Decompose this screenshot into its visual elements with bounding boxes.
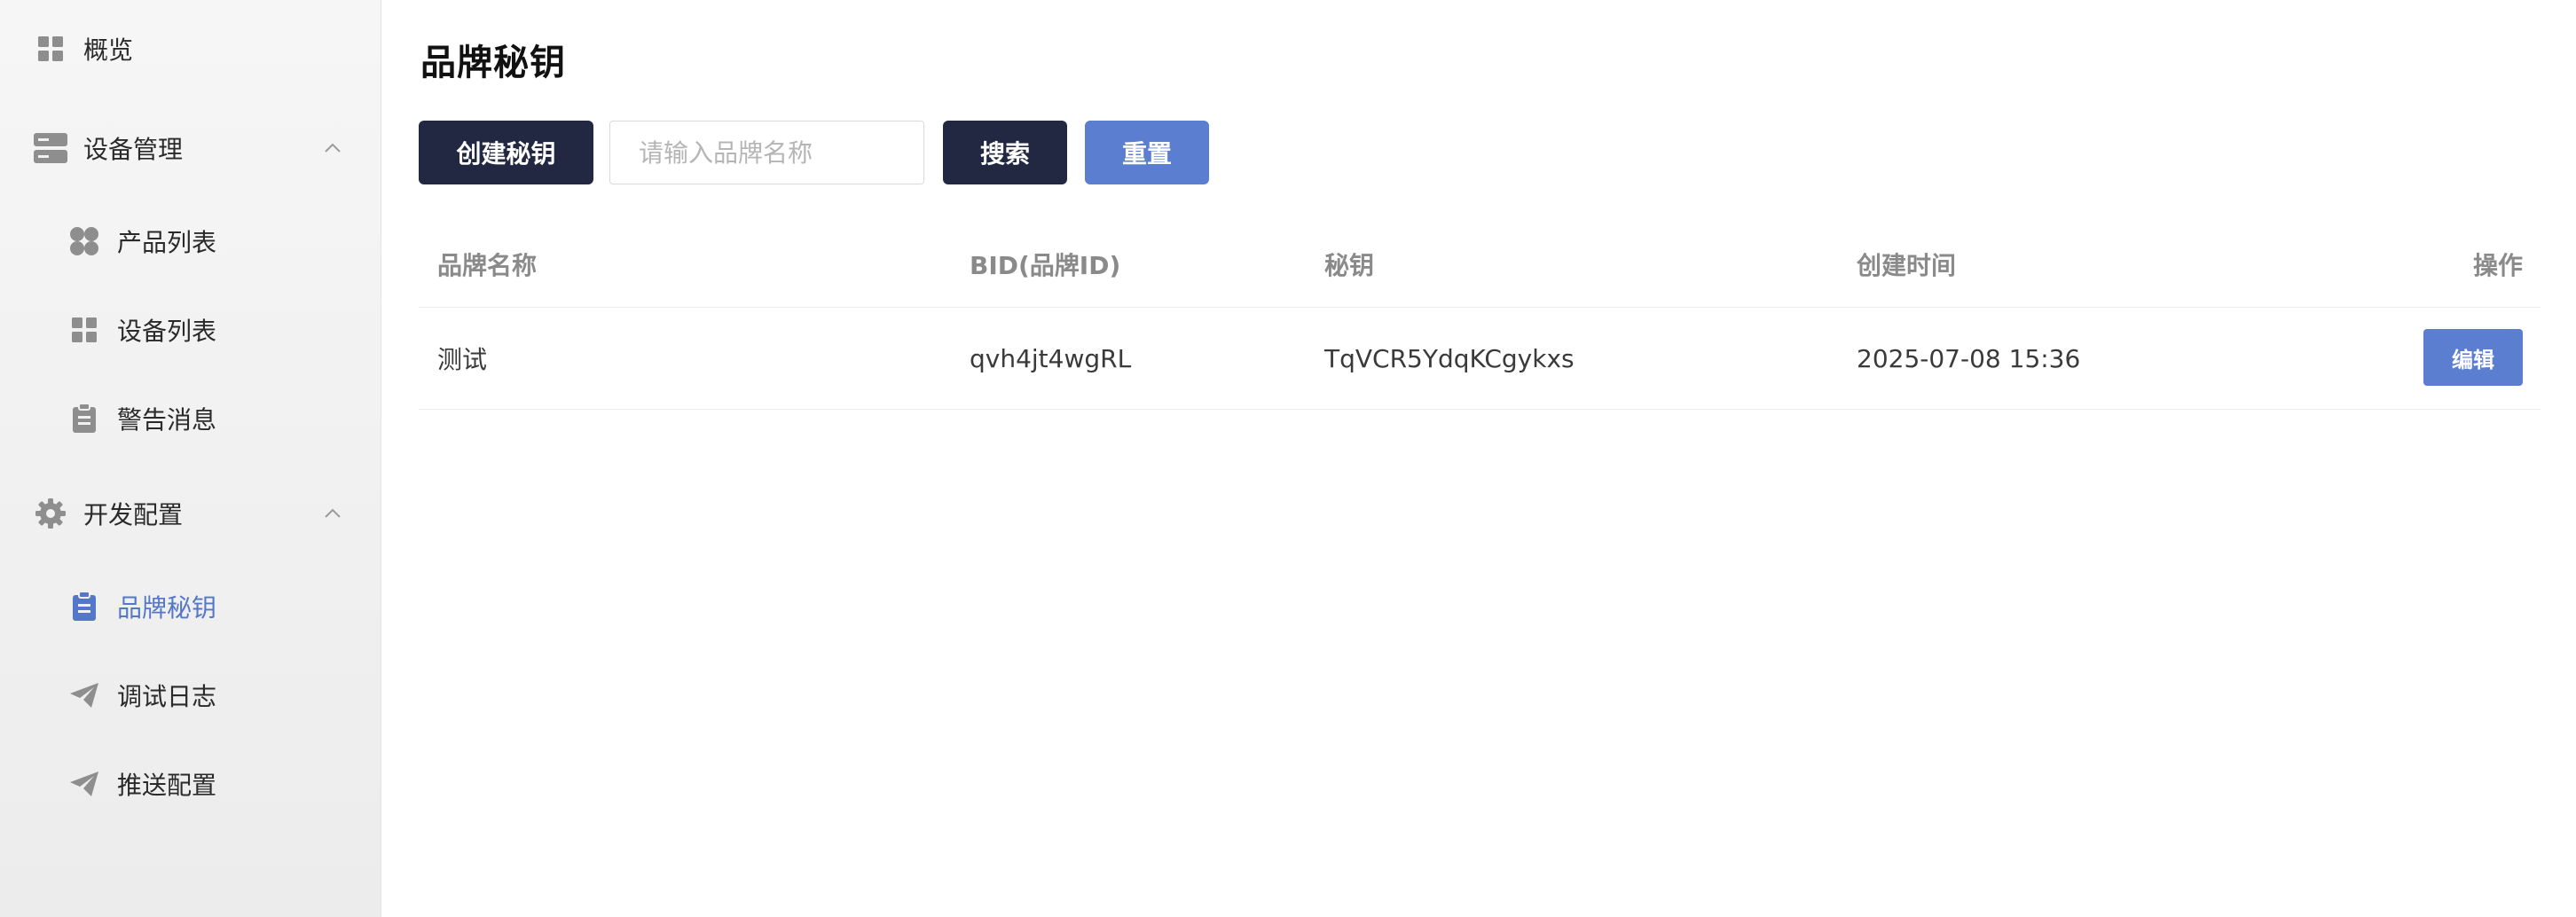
table-header: 品牌名称 BID(品牌ID) 秘钥 创建时间 操作: [419, 222, 2541, 308]
page-title: 品牌秘钥: [420, 43, 566, 83]
grid-icon: [67, 313, 101, 347]
cell-brand-name: 测试: [437, 345, 488, 374]
sidebar-item-product-list[interactable]: 产品列表: [0, 206, 381, 277]
clipboard-icon: [67, 590, 101, 623]
clover-icon: [67, 224, 101, 258]
table-row: 测试 qvh4jt4wgRL TqVCR5YdqKCgykxs 2025-07-…: [419, 308, 2541, 410]
sidebar-item-push-config[interactable]: 推送配置: [0, 748, 381, 819]
column-header-created-at: 创建时间: [1857, 251, 1957, 280]
sidebar-item-label: 推送配置: [117, 771, 217, 800]
sidebar-item-brand-keys[interactable]: 品牌秘钥: [0, 571, 381, 642]
cell-bid: qvh4jt4wgRL: [970, 343, 1132, 373]
reset-button[interactable]: 重置: [1085, 121, 1209, 184]
sidebar-item-device-list[interactable]: 设备列表: [0, 294, 381, 365]
brand-name-search-input[interactable]: [609, 121, 924, 184]
column-header-bid: BID(品牌ID): [970, 251, 1121, 280]
sidebar: 概览 设备管理 产品列表 设备列表 警告消息 开发配置 品牌秘钥 调试日志 推送…: [0, 0, 381, 917]
cell-secret: TqVCR5YdqKCgykxs: [1324, 343, 1575, 373]
sidebar-item-label: 概览: [83, 35, 134, 65]
column-header-actions: 操作: [2472, 251, 2523, 280]
sidebar-group-label: 设备管理: [83, 135, 184, 164]
create-key-button[interactable]: 创建秘钥: [419, 121, 593, 184]
clipboard-icon: [67, 402, 101, 435]
gear-icon: [34, 497, 67, 530]
chevron-up-icon: [321, 137, 344, 160]
edit-button[interactable]: 编辑: [2423, 329, 2523, 386]
sidebar-item-label: 产品列表: [117, 228, 217, 257]
sidebar-item-label: 警告消息: [117, 405, 217, 435]
sidebar-item-label: 品牌秘钥: [117, 593, 217, 623]
main-content: 品牌秘钥 创建秘钥 搜索 重置 品牌名称 BID(品牌ID) 秘钥 创建时间 操…: [382, 0, 2576, 917]
sidebar-group-device-management[interactable]: 设备管理: [0, 113, 381, 184]
cell-created-at: 2025-07-08 15:36: [1857, 343, 2081, 373]
sidebar-item-label: 调试日志: [117, 682, 217, 711]
search-button[interactable]: 搜索: [943, 121, 1067, 184]
sidebar-item-overview[interactable]: 概览: [0, 13, 381, 84]
send-icon: [67, 767, 101, 801]
sidebar-item-label: 设备列表: [117, 317, 217, 346]
send-icon: [67, 678, 101, 712]
grid-icon: [34, 32, 67, 66]
sidebar-item-alert-messages[interactable]: 警告消息: [0, 383, 381, 454]
sidebar-item-debug-logs[interactable]: 调试日志: [0, 660, 381, 731]
column-header-secret: 秘钥: [1324, 251, 1375, 280]
brand-keys-table: 品牌名称 BID(品牌ID) 秘钥 创建时间 操作 测试 qvh4jt4wgRL…: [419, 222, 2541, 410]
sidebar-group-label: 开发配置: [83, 500, 184, 529]
chevron-up-icon: [321, 502, 344, 525]
sidebar-group-dev-config[interactable]: 开发配置: [0, 478, 381, 549]
server-icon: [34, 131, 67, 165]
column-header-brand-name: 品牌名称: [437, 251, 538, 280]
